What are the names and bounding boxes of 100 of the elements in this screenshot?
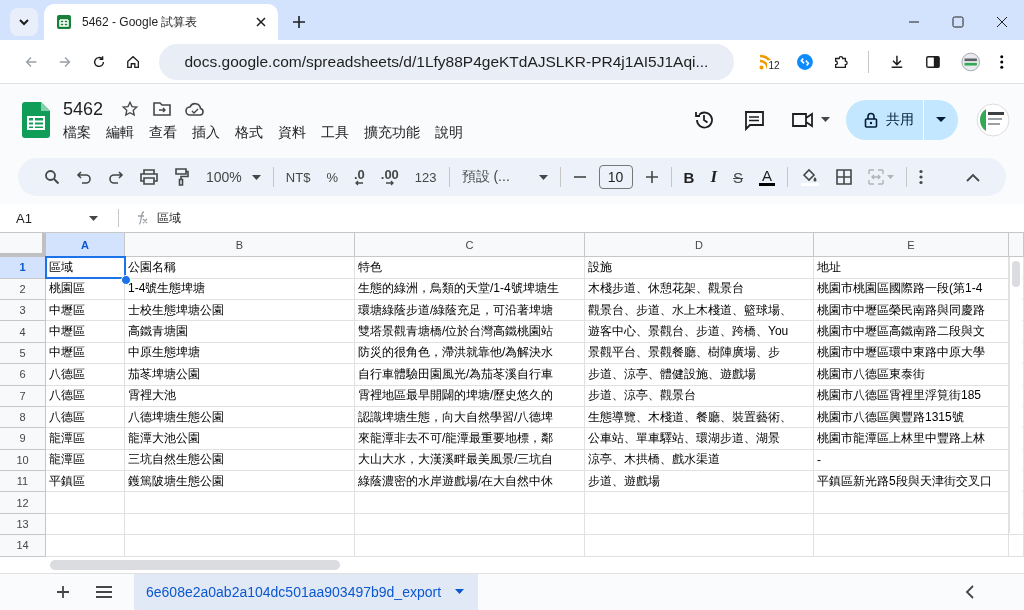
horizontal-scrollbar[interactable]: [50, 559, 340, 570]
merge-cells-icon[interactable]: [868, 169, 895, 186]
chevron-left-icon[interactable]: [965, 584, 974, 599]
more-icon[interactable]: [919, 169, 924, 186]
number-format-button[interactable]: 123: [414, 169, 437, 185]
new-tab-icon[interactable]: [292, 15, 306, 30]
column-header[interactable]: C: [355, 233, 585, 258]
redo-icon[interactable]: [108, 170, 124, 185]
row-header[interactable]: 4: [0, 321, 46, 343]
sheets-logo-icon[interactable]: [22, 102, 50, 139]
text-color-button[interactable]: A: [759, 168, 776, 186]
caret-icon: [89, 215, 98, 221]
row-header[interactable]: 8: [0, 406, 46, 429]
browser-tab[interactable]: 5462 - Google 試算表: [44, 4, 278, 41]
more-menu-icon[interactable]: [1000, 53, 1004, 70]
home-icon[interactable]: [126, 53, 141, 70]
arrow-icon: [355, 179, 364, 186]
row-header[interactable]: 5: [0, 342, 46, 365]
caret-icon: [251, 174, 261, 180]
table-cell: 桃園市八德區興豐路1315號: [814, 406, 1009, 429]
row-header[interactable]: 14: [0, 535, 46, 557]
font-size-field[interactable]: 10: [598, 165, 633, 190]
paint-format-icon[interactable]: [174, 168, 190, 187]
all-sheets-icon[interactable]: [96, 585, 112, 598]
close-icon[interactable]: [256, 17, 266, 28]
print-icon[interactable]: [140, 169, 158, 186]
sheet-tab[interactable]: 6e608e2a0ab2a104dc501aa903497b9d_export: [134, 573, 479, 610]
cloud-icon[interactable]: [185, 101, 206, 118]
table-cell: 桃園市中壢區榮民南路與同慶路: [814, 299, 1009, 322]
row-header[interactable]: 1: [0, 257, 46, 279]
menu-item[interactable]: 編輯: [104, 123, 141, 142]
bold-button[interactable]: B: [683, 168, 695, 186]
reload-icon[interactable]: [92, 53, 107, 70]
share-button[interactable]: 共用: [846, 100, 958, 141]
increase-decimal-button[interactable]: .00: [380, 168, 399, 186]
formula-input[interactable]: 區域: [157, 209, 181, 227]
collapse-icon[interactable]: [966, 172, 980, 182]
font-dropdown[interactable]: 預設 (...: [461, 168, 548, 187]
table-cell: 步道、涼亭、觀景台: [585, 385, 814, 407]
menu-item[interactable]: 資料: [276, 123, 313, 142]
star-icon[interactable]: [121, 100, 140, 119]
row-header[interactable]: 6: [0, 364, 46, 386]
column-header[interactable]: E: [814, 233, 1009, 258]
table-cell: 桃園市桃園區國際路一段(第1-4: [814, 278, 1009, 300]
row-header[interactable]: 13: [0, 513, 46, 536]
row-header[interactable]: 2: [0, 278, 46, 300]
table-cell: 防災的很角色，滯洪就靠他/為解決水: [355, 342, 585, 365]
row-header[interactable]: 7: [0, 385, 46, 407]
table-cell: 生態導覽、木棧道、餐廳、裝置藝術、: [585, 406, 814, 429]
address-bar[interactable]: docs.google.com/spreadsheets/d/1Lfy88P4geKTdAJSLKR-PR4j1AI5J1Aqi...: [158, 43, 734, 80]
menu-item[interactable]: 插入: [190, 123, 227, 142]
fill-handle[interactable]: [121, 274, 131, 285]
currency-format-button[interactable]: NT$: [285, 169, 311, 185]
row-header[interactable]: 9: [0, 428, 46, 450]
menu-item[interactable]: 說明: [433, 123, 470, 142]
tab-search-button[interactable]: [10, 8, 38, 37]
table-cell: 生態的綠洲，鳥類的天堂/1-4號埤塘生: [355, 278, 585, 300]
menu-item[interactable]: 工具: [319, 123, 356, 142]
borders-icon[interactable]: [836, 169, 853, 186]
undo-icon[interactable]: [76, 170, 92, 185]
increase-size-icon[interactable]: [644, 170, 659, 185]
fill-color-icon[interactable]: [800, 168, 821, 187]
column-header[interactable]: A: [46, 233, 125, 258]
caret-icon: [821, 117, 830, 124]
caret-icon: [455, 589, 465, 595]
add-sheet-icon[interactable]: [56, 584, 70, 599]
close-icon[interactable]: [996, 16, 1008, 29]
table-cell: 自行車體驗田園風光/為茄苳溪自行車: [355, 364, 585, 386]
italic-button[interactable]: I: [710, 167, 718, 188]
row-header[interactable]: 12: [0, 492, 46, 514]
menu-item[interactable]: 格式: [233, 123, 270, 142]
vertical-scrollbar[interactable]: [1009, 257, 1022, 534]
table-cell: 龍潭區: [46, 449, 125, 472]
strikethrough-button[interactable]: S: [733, 168, 744, 186]
decrease-decimal-button[interactable]: .0: [353, 168, 365, 186]
comment-icon[interactable]: [743, 109, 765, 132]
column-header[interactable]: B: [125, 233, 355, 258]
document-title[interactable]: 5462: [63, 98, 104, 120]
menu-item[interactable]: 擴充功能: [362, 123, 427, 142]
feed-extension-button[interactable]: 12: [757, 49, 779, 74]
profile-avatar[interactable]: [961, 50, 981, 73]
menu-item[interactable]: 查看: [147, 123, 184, 142]
account-avatar[interactable]: [976, 103, 1010, 138]
table-cell: 中原生態埤塘: [125, 342, 355, 365]
table-cell: -: [814, 449, 1009, 472]
zoom-dropdown[interactable]: 100%: [206, 169, 261, 186]
row-header[interactable]: 10: [0, 449, 46, 472]
table-cell: 公園名稱: [125, 257, 355, 279]
row-header[interactable]: 3: [0, 299, 46, 322]
maximize-icon[interactable]: [952, 16, 964, 29]
move-folder-icon[interactable]: [153, 101, 172, 118]
search-icon[interactable]: [44, 169, 60, 186]
column-header[interactable]: D: [585, 233, 814, 258]
name-box[interactable]: A1: [16, 210, 98, 226]
row-header[interactable]: 11: [0, 471, 46, 493]
arrow-icon: [385, 179, 394, 186]
table-cell: 八德埤塘生態公園: [125, 406, 355, 429]
percent-format-button[interactable]: %: [326, 169, 338, 185]
menu-item[interactable]: 檔案: [61, 123, 98, 142]
video-call-button[interactable]: [791, 111, 830, 130]
